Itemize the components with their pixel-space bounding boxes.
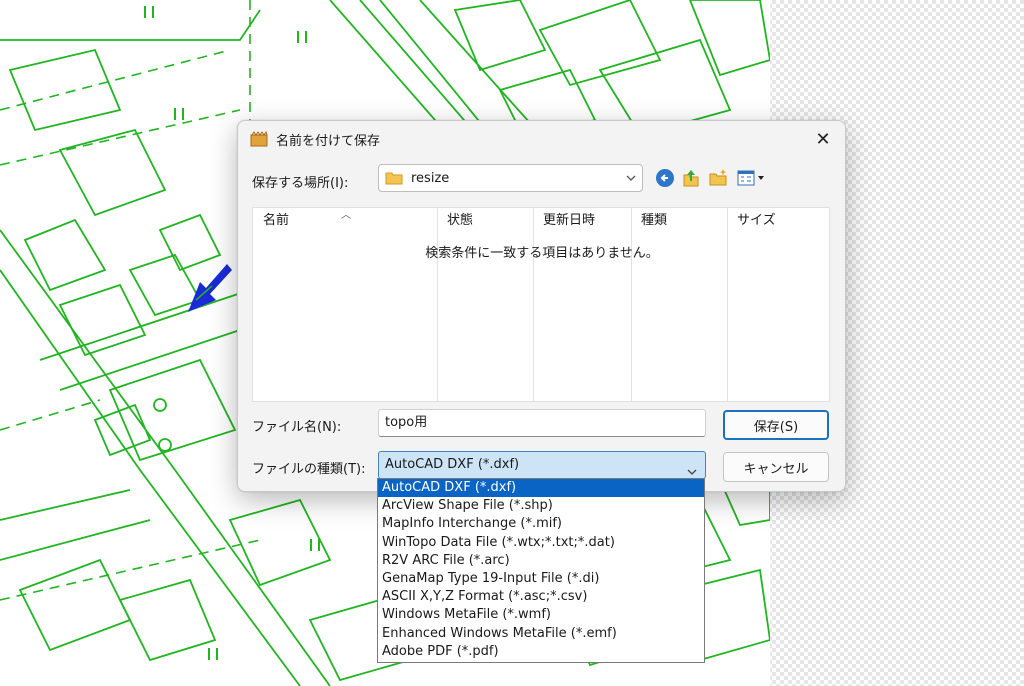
up-folder-icon[interactable] xyxy=(679,166,703,190)
empty-list-message: 検索条件に一致する項目はありません。 xyxy=(425,246,659,261)
chevron-down-icon xyxy=(687,461,697,475)
dropdown-option[interactable]: Windows MetaFile (*.wmf) xyxy=(378,606,704,624)
column-header-modified[interactable]: 更新日時 xyxy=(533,208,631,234)
view-menu-icon[interactable] xyxy=(736,166,768,190)
filename-input[interactable]: topo用 xyxy=(378,409,706,437)
dropdown-option[interactable]: Enhanced Windows MetaFile (*.emf) xyxy=(378,625,704,643)
app-icon xyxy=(250,130,268,147)
close-button[interactable]: ✕ xyxy=(807,125,839,153)
dropdown-option[interactable]: ASCII X,Y,Z Format (*.asc;*.csv) xyxy=(378,588,704,606)
new-folder-icon[interactable] xyxy=(706,166,730,190)
location-value: resize xyxy=(411,171,450,186)
cancel-button[interactable]: キャンセル xyxy=(723,452,829,482)
filetype-select[interactable]: AutoCAD DXF (*.dxf) xyxy=(378,451,706,479)
dropdown-option[interactable]: R2V ARC File (*.arc) xyxy=(378,552,704,570)
filetype-dropdown-list[interactable]: AutoCAD DXF (*.dxf) ArcView Shape File (… xyxy=(377,478,705,663)
column-header-status[interactable]: 状態 xyxy=(437,208,533,234)
column-divider xyxy=(533,208,534,401)
back-icon[interactable] xyxy=(653,166,677,190)
column-divider xyxy=(437,208,438,401)
dropdown-option[interactable]: GenaMap Type 19-Input File (*.di) xyxy=(378,570,704,588)
location-combo[interactable]: resize xyxy=(378,164,643,192)
column-header-size[interactable]: サイズ xyxy=(727,208,827,234)
dropdown-option[interactable]: ArcView Shape File (*.shp) xyxy=(378,497,704,515)
column-divider xyxy=(727,208,728,401)
dropdown-option[interactable]: WinTopo Data File (*.wtx;*.txt;*.dat) xyxy=(378,534,704,552)
dropdown-option[interactable]: MapInfo Interchange (*.mif) xyxy=(378,515,704,533)
save-as-dialog: 名前を付けて保存 ✕ 保存する場所(I): resize 名前 ︿ 状態 更新日… xyxy=(237,120,846,492)
dialog-title: 名前を付けて保存 xyxy=(276,134,381,149)
chevron-down-icon xyxy=(626,172,636,182)
column-header-type[interactable]: 種類 xyxy=(631,208,727,234)
location-label: 保存する場所(I): xyxy=(252,176,349,191)
filetype-value: AutoCAD DXF (*.dxf) xyxy=(385,457,520,472)
filetype-label: ファイルの種類(T): xyxy=(252,462,366,477)
file-list[interactable]: 名前 ︿ 状態 更新日時 種類 サイズ 検索条件に一致する項目はありません。 xyxy=(252,207,830,402)
sort-ascending-icon: ︿ xyxy=(341,210,351,221)
dropdown-option[interactable]: Adobe PDF (*.pdf) xyxy=(378,643,704,661)
column-divider xyxy=(631,208,632,401)
dropdown-option[interactable]: AutoCAD DXF (*.dxf) xyxy=(378,479,704,498)
dialog-titlebar[interactable]: 名前を付けて保存 ✕ xyxy=(238,121,845,157)
save-button[interactable]: 保存(S) xyxy=(723,410,829,440)
filename-label: ファイル名(N): xyxy=(252,420,342,435)
folder-icon xyxy=(385,171,403,185)
